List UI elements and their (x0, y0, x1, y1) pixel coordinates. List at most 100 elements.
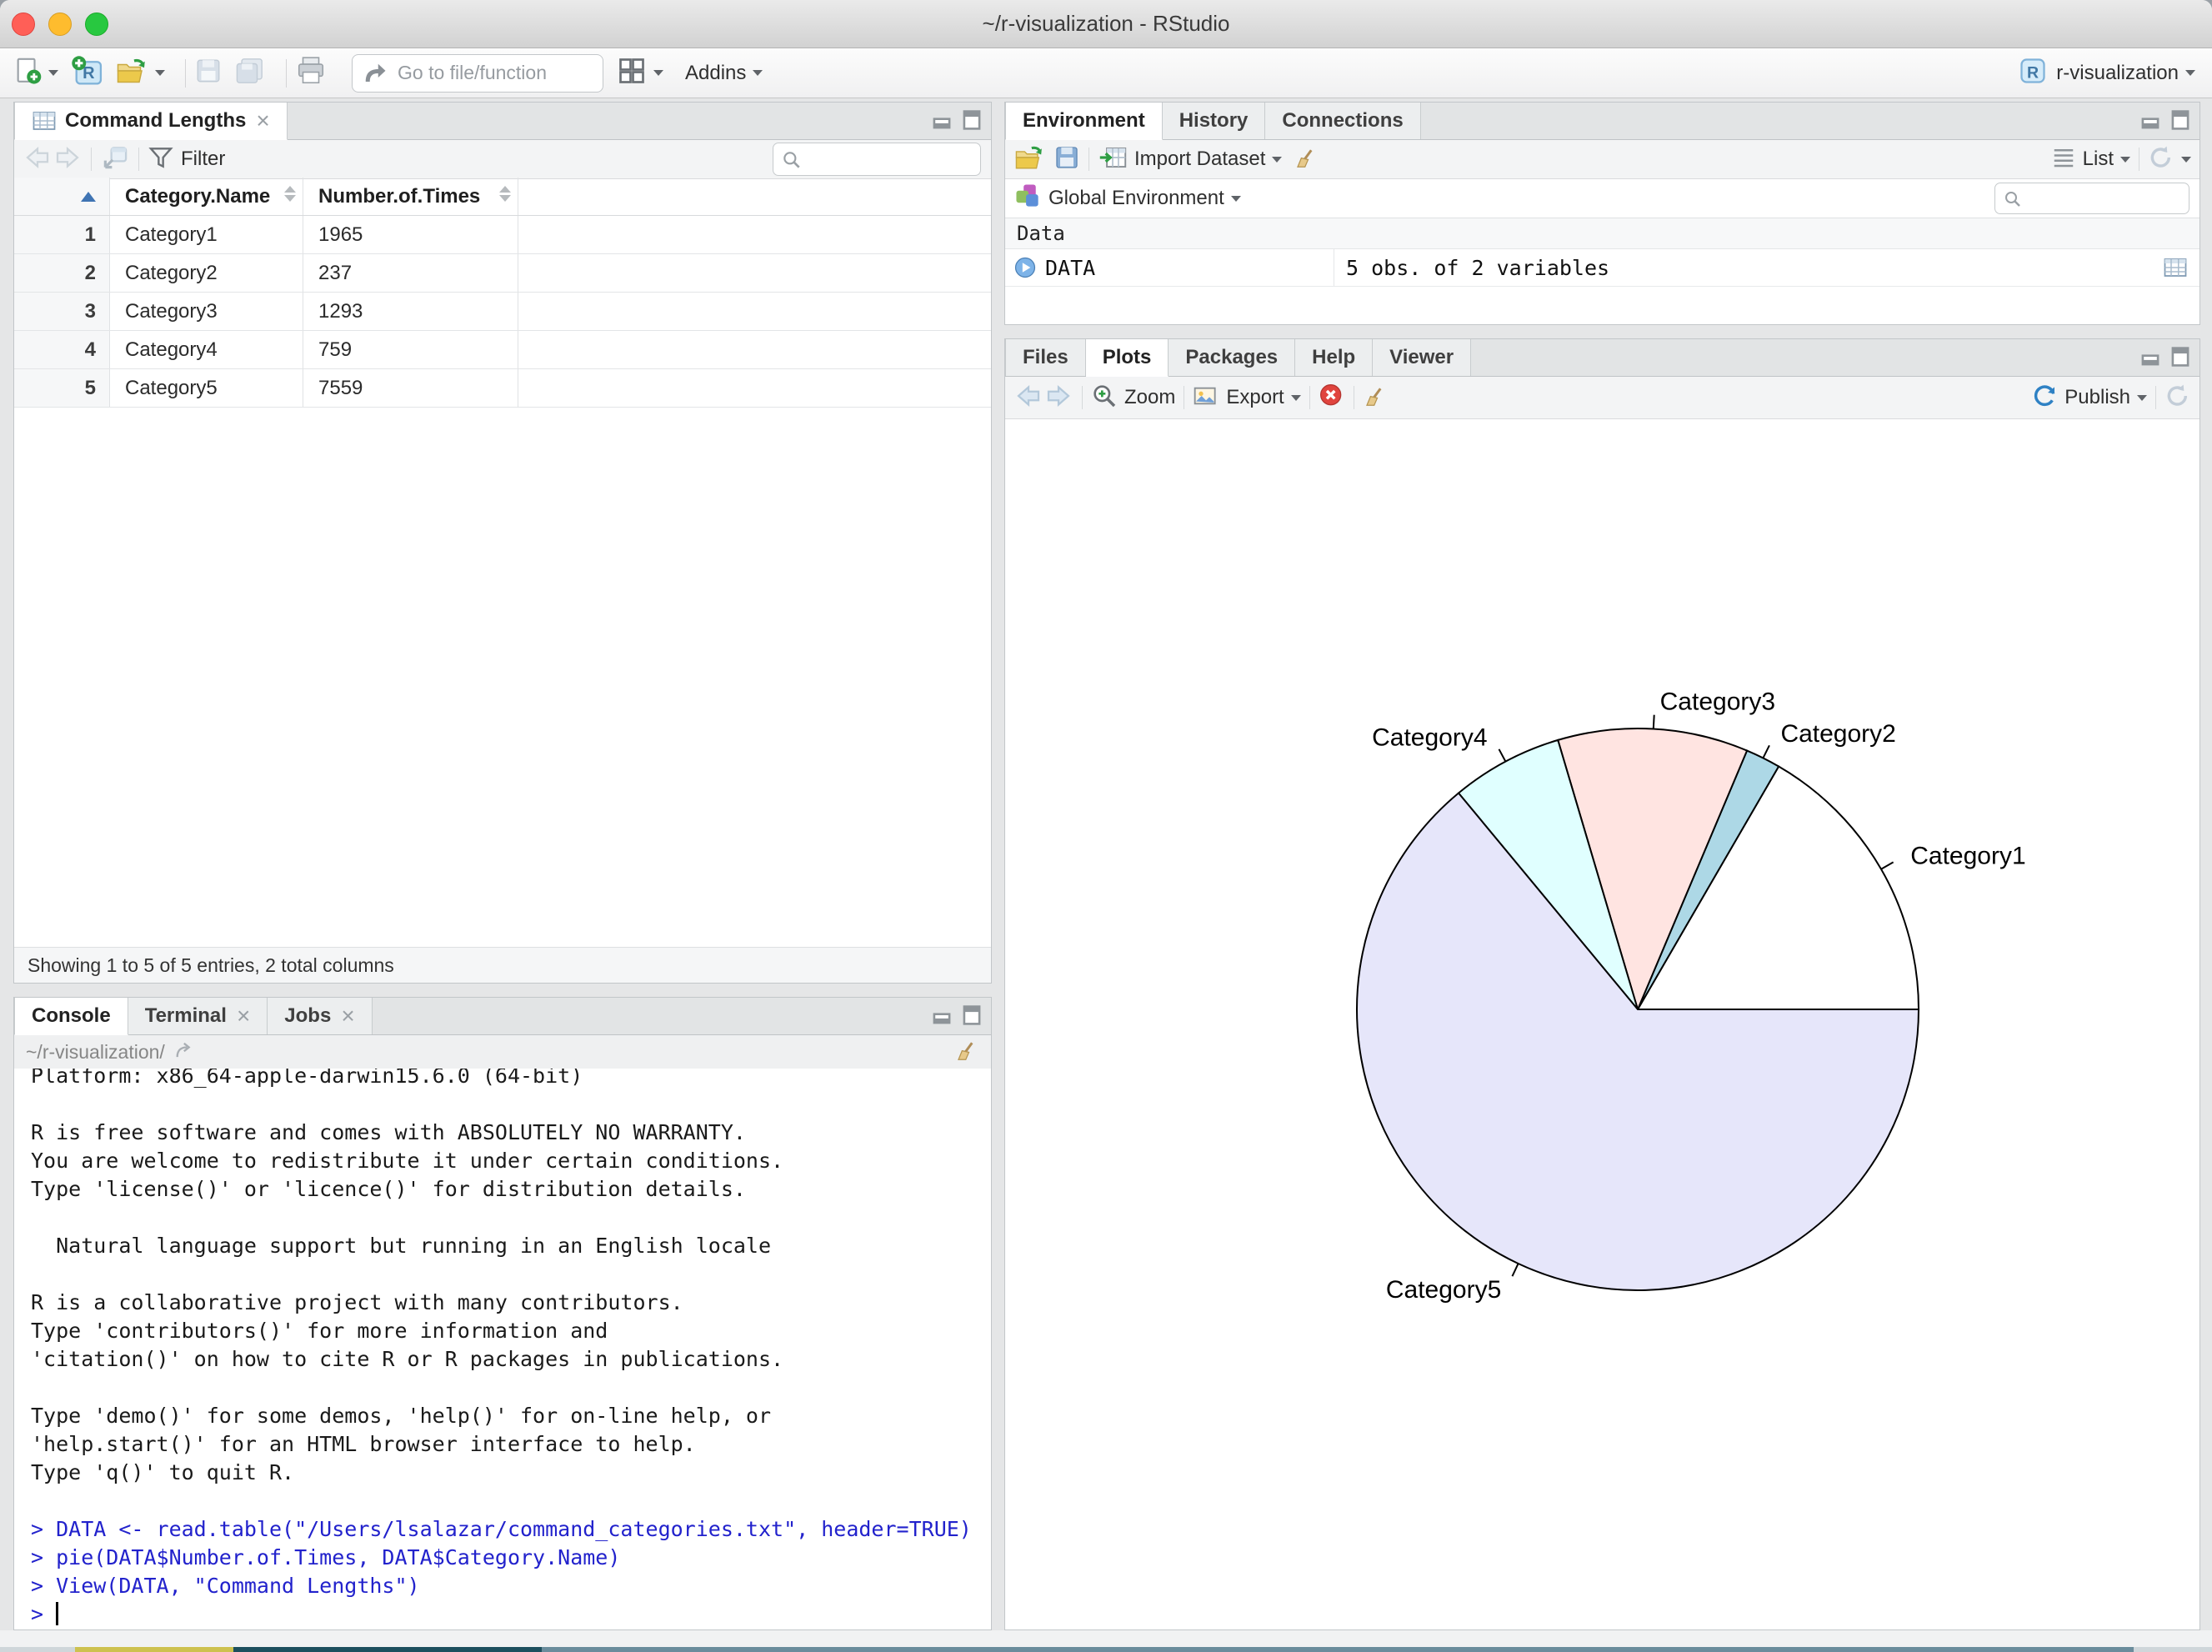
table-row[interactable]: 3 Category3 1293 (14, 293, 991, 331)
load-workspace-icon[interactable] (1013, 143, 1045, 176)
tab-plots[interactable]: Plots (1085, 339, 1169, 377)
table-cell: 237 (303, 254, 518, 292)
table-row[interactable]: 1 Category1 1965 (14, 216, 991, 254)
export-plot-label[interactable]: Export (1226, 386, 1284, 409)
chevron-down-icon (1230, 195, 1241, 202)
pie-label: Category5 (1386, 1276, 1501, 1304)
save-icon (194, 57, 223, 89)
refresh-icon[interactable] (2164, 383, 2191, 413)
back-icon[interactable] (23, 145, 53, 174)
console-tabbar: Console Terminal × Jobs × (14, 998, 991, 1035)
tab-terminal[interactable]: Terminal × (128, 998, 268, 1034)
new-file-button[interactable] (13, 57, 58, 89)
console-output-line: Type 'q()' to quit R. (31, 1460, 295, 1484)
save-all-icon (234, 57, 266, 89)
row-number-header[interactable] (14, 178, 110, 215)
column-header-number-of-times[interactable]: Number.of.Times (303, 178, 518, 215)
viewer-tabbar: Command Lengths × (14, 103, 991, 140)
minimize-pane-icon[interactable] (2139, 346, 2161, 372)
viewer-search-input[interactable] (810, 143, 975, 177)
object-name: DATA (1045, 255, 1096, 280)
zoom-plot-label[interactable]: Zoom (1124, 386, 1175, 409)
environment-panel: Environment History Connections Import D… (1004, 102, 2200, 325)
list-view-label[interactable]: List (2083, 148, 2114, 171)
column-header-category-name[interactable]: Category.Name (110, 178, 303, 215)
remove-plot-icon[interactable] (1319, 383, 1345, 413)
table-row[interactable]: 4 Category4 759 (14, 331, 991, 369)
console-output-line: Platform: x86_64-apple-darwin15.6.0 (64-… (31, 1069, 583, 1088)
table-cell: 1 (14, 216, 110, 253)
environment-search[interactable] (1994, 183, 2189, 215)
import-dataset-label[interactable]: Import Dataset (1134, 148, 1265, 171)
tab-label: Command Lengths (65, 109, 247, 132)
close-icon[interactable]: × (237, 1004, 250, 1028)
pie-label-tick (1880, 861, 1894, 870)
tab-console[interactable]: Console (14, 998, 128, 1035)
search-icon (2003, 189, 2023, 213)
previous-plot-icon[interactable] (1013, 383, 1043, 413)
tab-help[interactable]: Help (1295, 339, 1374, 376)
save-workspace-icon[interactable] (1053, 144, 1080, 175)
close-icon[interactable]: × (256, 109, 269, 133)
new-project-button[interactable]: R (70, 54, 103, 92)
table-cell: 2 (14, 254, 110, 292)
next-plot-icon[interactable] (1043, 383, 1073, 413)
publish-label[interactable]: Publish (2064, 386, 2130, 409)
tab-command-lengths[interactable]: Command Lengths × (14, 103, 288, 140)
object-description: 5 obs. of 2 variables (1346, 255, 1610, 280)
toolbar-separator (286, 58, 287, 88)
list-view-icon (2051, 147, 2076, 173)
goto-file-input[interactable] (396, 61, 591, 85)
console-output[interactable]: Platform: x86_64-apple-darwin15.6.0 (64-… (14, 1069, 991, 1629)
maximize-pane-icon[interactable] (961, 1004, 983, 1030)
maximize-pane-icon[interactable] (2169, 109, 2191, 135)
clear-plots-icon[interactable] (1363, 383, 1388, 413)
save-button[interactable] (194, 57, 223, 89)
refresh-icon[interactable] (2148, 144, 2174, 175)
tab-environment[interactable]: Environment (1005, 103, 1163, 140)
table-cell: 3 (14, 293, 110, 330)
table-row[interactable]: 2 Category2 237 (14, 254, 991, 293)
minimize-pane-icon[interactable] (931, 109, 953, 135)
print-button[interactable] (295, 55, 327, 91)
panes-layout-button[interactable] (617, 56, 663, 90)
goto-file-box[interactable] (352, 53, 603, 93)
filter-icon[interactable] (148, 145, 174, 174)
addins-button[interactable]: Addins (685, 62, 763, 85)
view-table-icon[interactable] (2163, 257, 2188, 283)
minimize-pane-icon[interactable] (931, 1004, 953, 1030)
plots-panel: Files Plots Packages Help Viewer Zoom Ex… (1004, 338, 2200, 1630)
viewer-search[interactable] (773, 143, 981, 177)
console-panel: Console Terminal × Jobs × ~/r-visualizat… (13, 997, 992, 1630)
environment-scope-label[interactable]: Global Environment (1048, 187, 1224, 210)
forward-icon[interactable] (53, 145, 83, 174)
minimize-pane-icon[interactable] (2139, 109, 2161, 135)
expand-object-icon[interactable] (1013, 256, 1037, 279)
tab-history[interactable]: History (1162, 103, 1266, 139)
maximize-pane-icon[interactable] (961, 109, 983, 135)
save-all-button[interactable] (234, 57, 266, 89)
tab-viewer[interactable]: Viewer (1373, 339, 1472, 376)
tab-connections[interactable]: Connections (1265, 103, 1421, 139)
console-output-line: R is free software and comes with ABSOLU… (31, 1120, 746, 1144)
console-output-line: R is a collaborative project with many c… (31, 1290, 683, 1314)
table-row[interactable]: 5 Category5 7559 (14, 369, 991, 408)
console-prompt[interactable]: > (31, 1600, 991, 1629)
maximize-pane-icon[interactable] (2169, 346, 2191, 372)
clear-environment-icon[interactable] (1294, 145, 1319, 174)
tab-files[interactable]: Files (1005, 339, 1086, 376)
close-icon[interactable]: × (341, 1004, 354, 1028)
tab-packages[interactable]: Packages (1169, 339, 1296, 376)
clear-console-icon[interactable] (954, 1038, 979, 1067)
project-selector[interactable]: R r-visualization (2018, 56, 2195, 90)
open-new-window-icon[interactable] (100, 144, 130, 175)
open-file-button[interactable] (115, 56, 165, 90)
chevron-down-icon (1272, 156, 1283, 163)
tab-jobs[interactable]: Jobs × (268, 998, 373, 1034)
environment-object-row[interactable]: DATA 5 obs. of 2 variables (1005, 249, 2199, 287)
goto-directory-icon[interactable] (173, 1040, 197, 1064)
environment-search-input[interactable] (2032, 183, 2184, 215)
window-title: ~/r-visualization - RStudio (982, 11, 1230, 36)
filter-label[interactable]: Filter (181, 148, 225, 171)
